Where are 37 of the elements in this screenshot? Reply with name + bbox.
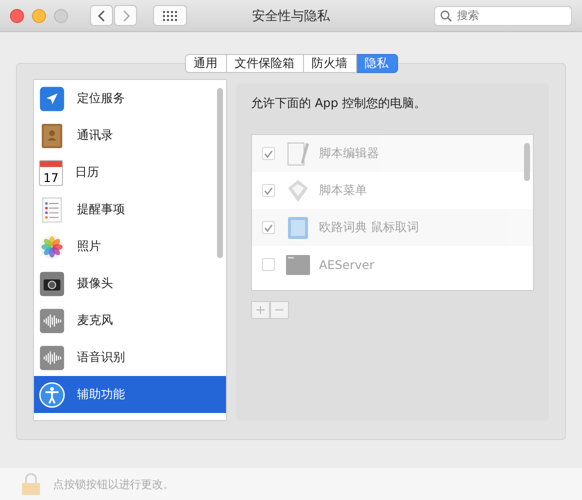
flower-icon — [39, 234, 65, 260]
camera-icon — [39, 270, 65, 296]
zoom-button[interactable] — [54, 8, 68, 22]
back-button[interactable] — [90, 5, 113, 26]
pencil-paper-icon — [285, 140, 311, 166]
minimize-button[interactable] — [32, 8, 46, 22]
scrollbar[interactable] — [524, 143, 530, 181]
sidebar-item[interactable]: 摄像头 — [34, 265, 226, 302]
accessibility-icon — [39, 382, 65, 408]
tab[interactable]: 通用 — [184, 54, 226, 73]
description-text: 允许下面的 App 控制您的电脑。 — [251, 95, 428, 112]
tab[interactable]: 防火墙 — [304, 54, 356, 73]
padlock-icon[interactable] — [21, 472, 41, 496]
sidebar-item[interactable]: 17 日历 — [34, 154, 226, 191]
window-title: 安全性与隐私 — [252, 8, 330, 24]
sidebar-item[interactable]: 定位服务 — [34, 80, 226, 117]
scrollbar[interactable] — [217, 88, 223, 258]
waveform-icon — [39, 308, 65, 334]
address-book-icon — [39, 122, 65, 148]
waveform-icon — [39, 344, 65, 370]
sidebar-item[interactable]: 提醒事项 — [34, 191, 226, 228]
show-all-button[interactable] — [153, 5, 187, 26]
chevron-left-icon — [98, 10, 106, 22]
search-icon — [440, 10, 452, 22]
search-field[interactable]: 搜索 — [434, 6, 572, 26]
lock-hint-text: 点按锁按钮以进行更改。 — [53, 476, 174, 492]
tab[interactable]: 隐私 — [356, 54, 398, 73]
sidebar-item[interactable]: 麦克风 — [34, 302, 226, 339]
sidebar-item[interactable]: 通讯录 — [34, 117, 226, 154]
sidebar-item[interactable]: 辅助功能 — [34, 376, 226, 413]
grid-icon — [163, 10, 177, 20]
tab[interactable]: 文件保险箱 — [226, 54, 304, 73]
chevron-right-icon — [122, 10, 130, 22]
sidebar-item[interactable]: 语音识别 — [34, 339, 226, 376]
sidebar-item[interactable]: 照片 — [34, 228, 226, 265]
calendar-icon: 17 — [39, 160, 63, 186]
close-button[interactable] — [10, 8, 24, 22]
